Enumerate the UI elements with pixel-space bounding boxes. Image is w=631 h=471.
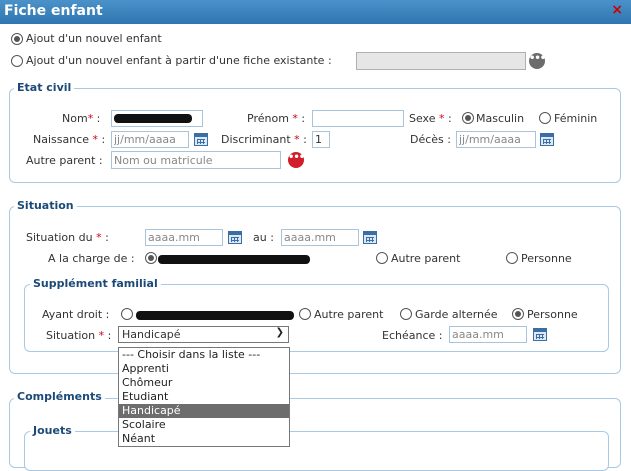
echeance-label: Echéance : <box>382 329 443 342</box>
radio-from-existing-label: Ajout d'un nouvel enfant à partir d'une … <box>26 54 332 67</box>
supplement-situation-select[interactable]: Handicapé ❯ <box>118 326 289 343</box>
legend-jouets: Jouets <box>30 424 75 437</box>
radio-ayant-droit-personne-label: Personne <box>527 308 578 321</box>
radio-masculin[interactable] <box>462 112 474 124</box>
situation-dropdown-list[interactable]: --- Choisir dans la liste --- Apprenti C… <box>118 347 290 447</box>
redacted-name <box>114 114 192 123</box>
autre-parent-label: Autre parent : <box>26 154 103 167</box>
radio-masculin-label: Masculin <box>476 112 525 125</box>
au-input[interactable] <box>281 229 359 246</box>
deces-input[interactable] <box>456 131 536 148</box>
autre-parent-input[interactable] <box>111 151 281 169</box>
situation-du-input[interactable] <box>145 229 223 246</box>
radio-ayant-droit-autre-parent[interactable] <box>299 308 311 320</box>
redacted-ayant-droit <box>136 311 294 320</box>
close-icon[interactable]: × <box>611 2 623 18</box>
radio-garde-alternee[interactable] <box>400 308 412 320</box>
window-title: Fiche enfant <box>4 3 103 19</box>
prenom-input[interactable] <box>312 110 404 127</box>
discriminant-input[interactable] <box>312 131 330 148</box>
dropdown-option[interactable]: Chômeur <box>119 376 289 390</box>
dropdown-option[interactable]: --- Choisir dans la liste --- <box>119 348 289 362</box>
echeance-input[interactable] <box>449 326 527 343</box>
calendar-icon[interactable] <box>194 133 208 146</box>
nom-label: Nom* : <box>62 112 101 125</box>
calendar-icon[interactable] <box>228 231 242 244</box>
naissance-label: Naissance * : <box>33 133 106 146</box>
radio-charge-personne[interactable] <box>506 252 518 264</box>
situation-du-label: Situation du * : <box>26 231 109 244</box>
calendar-icon[interactable] <box>533 328 547 341</box>
au-label: au : <box>253 231 274 244</box>
fieldset-jouets <box>24 431 609 471</box>
dropdown-option[interactable]: Apprenti <box>119 362 289 376</box>
dropdown-option[interactable]: Scolaire <box>119 418 289 432</box>
legend-supplement: Supplément familial <box>30 277 161 290</box>
radio-charge-personne-label: Personne <box>521 252 572 265</box>
supplement-situation-value: Handicapé <box>122 328 181 341</box>
legend-situation: Situation <box>14 199 77 212</box>
calendar-icon[interactable] <box>363 231 377 244</box>
search-parent-icon[interactable]: ••• <box>288 152 305 168</box>
naissance-input[interactable] <box>111 131 189 148</box>
radio-ayant-droit-personne[interactable] <box>512 308 524 320</box>
radio-charge-self[interactable] <box>145 252 157 264</box>
ayant-droit-label: Ayant droit : <box>42 308 110 321</box>
calendar-icon[interactable] <box>540 133 554 146</box>
dropdown-option[interactable]: Néant <box>119 432 289 446</box>
chevron-down-icon: ❯ <box>275 327 284 338</box>
radio-ayant-droit-self[interactable] <box>121 308 133 320</box>
more-options-icon[interactable]: ••• <box>529 53 546 69</box>
dropdown-option-selected[interactable]: Handicapé <box>119 404 289 418</box>
radio-new-child-label: Ajout d'un nouvel enfant <box>26 32 162 45</box>
radio-charge-autre-parent[interactable] <box>376 252 388 264</box>
legend-complements: Compléments <box>14 390 105 403</box>
window-title-bar: Fiche enfant × <box>0 0 631 24</box>
legend-etat-civil: Etat civil <box>14 81 75 94</box>
discriminant-label: Discriminant * : <box>221 133 307 146</box>
supplement-situation-label: Situation * : <box>46 329 112 342</box>
radio-ayant-droit-autre-parent-label: Autre parent <box>314 308 384 321</box>
radio-feminin[interactable] <box>539 112 551 124</box>
redacted-parent <box>158 255 310 264</box>
dropdown-option[interactable]: Etudiant <box>119 390 289 404</box>
radio-new-child[interactable] <box>11 33 23 45</box>
a-charge-label: A la charge de : <box>48 252 135 265</box>
sexe-label: Sexe * : <box>409 112 452 125</box>
radio-from-existing[interactable] <box>11 55 23 67</box>
deces-label: Décès : <box>410 133 451 146</box>
radio-garde-alternee-label: Garde alternée <box>415 308 498 321</box>
existing-record-input[interactable] <box>356 52 526 70</box>
prenom-label: Prénom * : <box>247 112 306 125</box>
radio-charge-autre-parent-label: Autre parent <box>391 252 461 265</box>
radio-feminin-label: Féminin <box>554 112 598 125</box>
